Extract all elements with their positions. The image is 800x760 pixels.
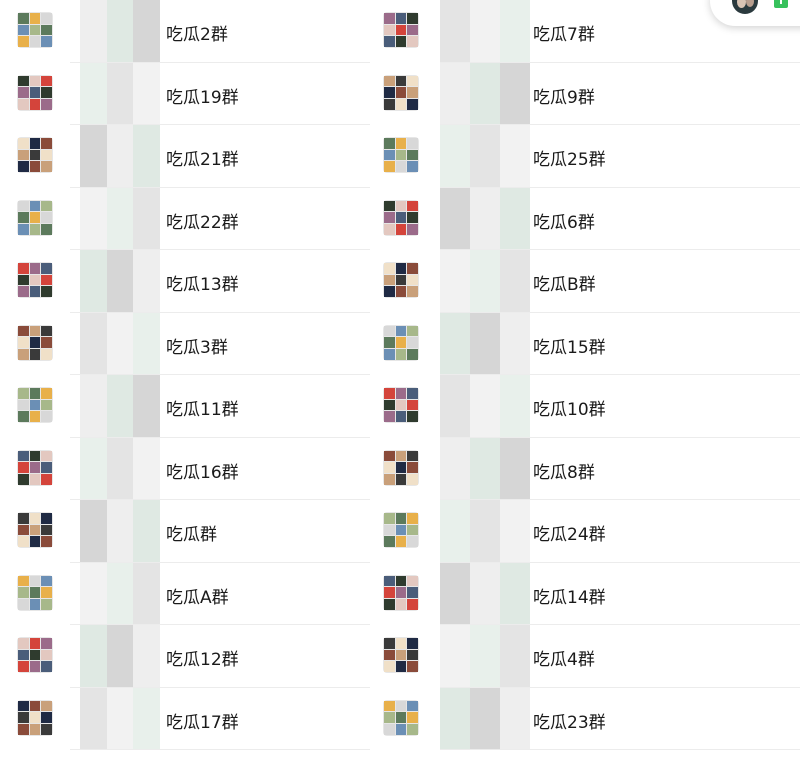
group-name: 吃瓜22群: [166, 212, 239, 233]
group-list-item[interactable]: 吃瓜群: [0, 500, 370, 563]
group-list-item[interactable]: 吃瓜22群: [0, 187, 370, 251]
blurred-preview: [440, 437, 530, 500]
group-list-item[interactable]: 吃瓜15群: [370, 312, 800, 376]
group-avatar-icon: [17, 637, 53, 673]
group-list-right-column: 吃瓜7群吃瓜9群吃瓜25群吃瓜6群吃瓜B群吃瓜15群吃瓜10群吃瓜8群吃瓜24群…: [370, 0, 800, 760]
blurred-preview: [440, 0, 530, 62]
group-avatar-icon: [383, 637, 419, 673]
blurred-preview: [80, 437, 160, 500]
group-list-item[interactable]: 吃瓜3群: [0, 312, 370, 376]
group-avatar-icon: [383, 449, 419, 486]
group-name: 吃瓜8群: [533, 462, 595, 483]
group-list-item[interactable]: 吃瓜25群: [370, 125, 800, 188]
group-avatar-icon: [17, 12, 53, 48]
blurred-preview: [440, 562, 530, 625]
blurred-preview: [80, 250, 160, 312]
group-list-item[interactable]: 吃瓜23群: [370, 687, 800, 751]
group-list-item[interactable]: 吃瓜4群: [370, 625, 800, 688]
group-list-item[interactable]: 吃瓜11群: [0, 375, 370, 438]
group-list-item[interactable]: 吃瓜2群: [0, 0, 370, 63]
group-name: 吃瓜17群: [166, 712, 239, 733]
group-name: 吃瓜21群: [166, 150, 239, 170]
group-avatar-icon: [383, 137, 419, 173]
group-list-left-column: 吃瓜2群吃瓜19群吃瓜21群吃瓜22群吃瓜13群吃瓜3群吃瓜11群吃瓜16群吃瓜…: [0, 0, 370, 760]
group-list-item[interactable]: 吃瓜16群: [0, 437, 370, 501]
blurred-preview: [440, 125, 530, 187]
group-avatar-icon: [17, 512, 53, 548]
blurred-preview: [80, 625, 160, 687]
group-name: 吃瓜群: [166, 525, 217, 545]
group-avatar-icon: [17, 387, 53, 423]
group-avatar-icon: [383, 262, 419, 298]
group-avatar-icon: [17, 262, 53, 298]
blurred-preview: [440, 187, 530, 250]
group-name: 吃瓜7群: [533, 25, 595, 45]
group-name: 吃瓜24群: [533, 525, 606, 545]
wechat-badge-icon[interactable]: [774, 0, 788, 8]
group-avatar-icon: [383, 699, 419, 736]
group-avatar-icon: [383, 199, 419, 236]
blurred-preview: [80, 0, 160, 62]
group-name: 吃瓜23群: [533, 712, 606, 733]
group-name: 吃瓜15群: [533, 337, 606, 358]
group-avatar-icon: [17, 324, 53, 361]
group-avatar-icon: [17, 574, 53, 611]
group-list-item[interactable]: 吃瓜13群: [0, 250, 370, 313]
group-avatar-icon: [383, 12, 419, 48]
group-name: 吃瓜11群: [166, 400, 239, 420]
group-list-item[interactable]: 吃瓜12群: [0, 625, 370, 688]
group-avatar-icon: [383, 324, 419, 361]
group-list-item[interactable]: 吃瓜17群: [0, 687, 370, 751]
group-avatar-icon: [383, 512, 419, 548]
blurred-preview: [440, 625, 530, 687]
group-list-item[interactable]: 吃瓜9群: [370, 62, 800, 126]
group-avatar-icon: [17, 449, 53, 486]
group-avatar-icon: [17, 699, 53, 736]
group-list-item[interactable]: 吃瓜10群: [370, 375, 800, 438]
group-name: 吃瓜4群: [533, 650, 595, 670]
group-name: 吃瓜10群: [533, 400, 606, 420]
group-name: 吃瓜19群: [166, 87, 239, 108]
group-list-item[interactable]: 吃瓜B群: [370, 250, 800, 313]
group-avatar-icon: [383, 387, 419, 423]
group-list-item[interactable]: 吃瓜24群: [370, 500, 800, 563]
blurred-preview: [80, 500, 160, 562]
group-avatar-icon: [17, 137, 53, 173]
group-avatar-icon: [17, 74, 53, 111]
group-avatar-icon: [17, 199, 53, 236]
group-name: 吃瓜B群: [533, 275, 596, 295]
group-name: 吃瓜3群: [166, 337, 228, 358]
blurred-preview: [440, 312, 530, 375]
group-name: 吃瓜12群: [166, 650, 239, 670]
group-list-item[interactable]: 吃瓜21群: [0, 125, 370, 188]
group-name: 吃瓜2群: [166, 25, 228, 45]
blurred-preview: [440, 62, 530, 125]
blurred-preview: [440, 500, 530, 562]
group-name: 吃瓜16群: [166, 462, 239, 483]
group-list-item[interactable]: 吃瓜8群: [370, 437, 800, 501]
group-avatar-icon: [383, 74, 419, 111]
blurred-preview: [80, 687, 160, 750]
blurred-preview: [440, 250, 530, 312]
group-name: 吃瓜A群: [166, 587, 229, 608]
group-name: 吃瓜14群: [533, 587, 606, 608]
blurred-preview: [80, 62, 160, 125]
group-name: 吃瓜6群: [533, 212, 595, 233]
group-name: 吃瓜25群: [533, 150, 606, 170]
group-name: 吃瓜13群: [166, 275, 239, 295]
group-list-item[interactable]: 吃瓜14群: [370, 562, 800, 626]
group-list-item[interactable]: 吃瓜A群: [0, 562, 370, 626]
blurred-preview: [80, 312, 160, 375]
group-avatar-icon: [383, 574, 419, 611]
blurred-preview: [80, 375, 160, 437]
blurred-preview: [80, 187, 160, 250]
blurred-preview: [80, 562, 160, 625]
group-name: 吃瓜9群: [533, 87, 595, 108]
blurred-preview: [440, 687, 530, 750]
group-list-item[interactable]: 吃瓜6群: [370, 187, 800, 251]
group-list-item[interactable]: 吃瓜19群: [0, 62, 370, 126]
blurred-preview: [80, 125, 160, 187]
blurred-preview: [440, 375, 530, 437]
